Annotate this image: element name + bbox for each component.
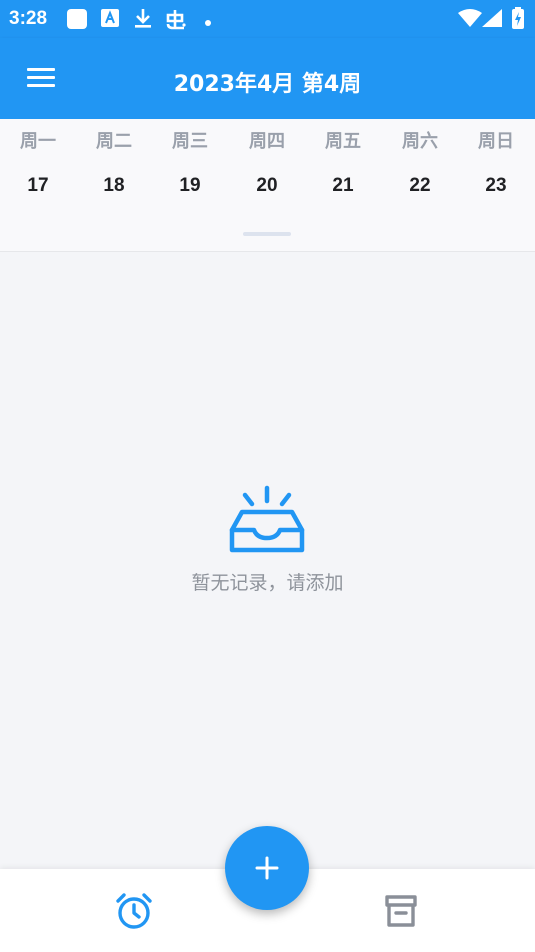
empty-inbox-icon: [228, 484, 308, 556]
date-label: 23: [485, 175, 507, 196]
date-label: 20: [256, 175, 278, 196]
week-calendar: 周一 17 周二 18 周三 19 周四 20 周五 21 周六 22 周日 2…: [0, 119, 535, 252]
nav-archive-button[interactable]: [381, 891, 421, 931]
download-icon: [133, 7, 153, 34]
day-cell[interactable]: 周一 17: [0, 119, 76, 219]
dot-icon: [204, 14, 212, 32]
day-cell[interactable]: 周五 21: [305, 119, 381, 219]
expand-drag-handle[interactable]: [243, 232, 291, 236]
day-cell[interactable]: 周六 22: [382, 119, 458, 219]
weekday-label: 周四: [249, 131, 285, 152]
day-cell[interactable]: 周日 23: [458, 119, 534, 219]
font-a-icon: [101, 9, 119, 32]
weekday-label: 周日: [478, 131, 514, 152]
notification-square-icon: [66, 8, 88, 35]
app-bar: 2023年4月 第4周: [0, 38, 535, 119]
nav-alarm-button[interactable]: [114, 891, 154, 931]
status-bar: 3:28: [0, 0, 535, 38]
weekday-label: 周五: [325, 131, 361, 152]
empty-state-message: 暂无记录，请添加: [191, 572, 344, 594]
bug-icon: [164, 7, 188, 36]
day-cell[interactable]: 周三 19: [152, 119, 228, 219]
wifi-icon: [458, 9, 482, 32]
cell-signal-icon: [482, 9, 502, 32]
weekday-label: 周二: [96, 131, 132, 152]
page-title: 2023年4月 第4周: [173, 72, 362, 97]
plus-icon: [255, 856, 279, 880]
battery-charging-icon: [512, 7, 524, 34]
weekday-label: 周六: [402, 131, 438, 152]
date-label: 21: [332, 175, 354, 196]
add-record-button[interactable]: [225, 826, 309, 910]
day-cell[interactable]: 周二 18: [76, 119, 152, 219]
archive-box-icon: [385, 895, 417, 927]
alarm-clock-icon: [116, 893, 152, 929]
status-time: 3:28: [9, 8, 48, 29]
date-label: 22: [409, 175, 431, 196]
weekday-label: 周一: [20, 131, 56, 152]
day-cell[interactable]: 周四 20: [229, 119, 305, 219]
date-label: 19: [179, 175, 201, 196]
date-label: 17: [27, 175, 49, 196]
weekday-label: 周三: [172, 131, 208, 152]
date-label: 18: [103, 175, 125, 196]
